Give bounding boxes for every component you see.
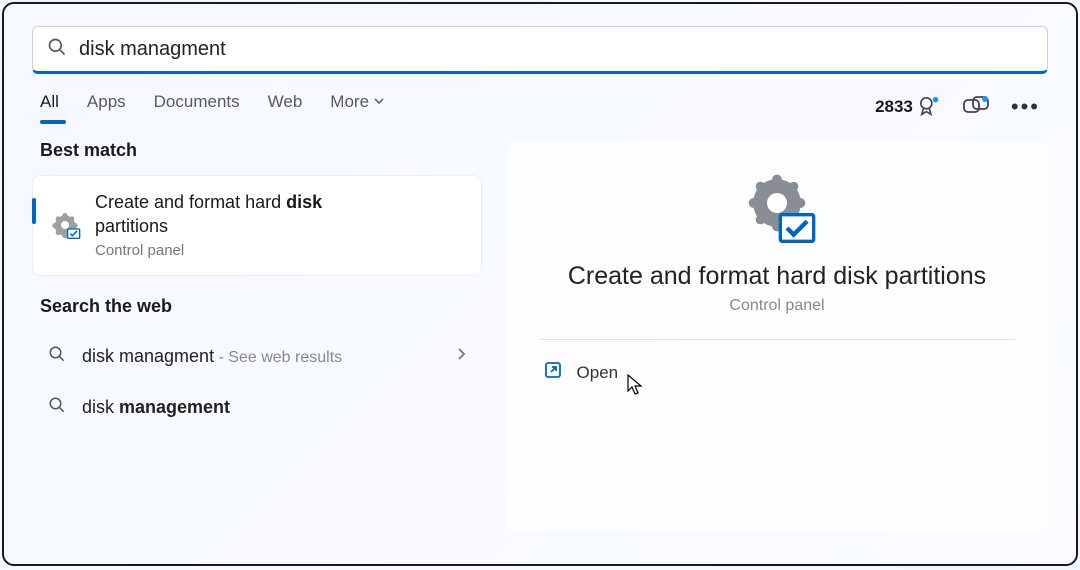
divider [539,339,1016,340]
tab-web[interactable]: Web [268,92,303,122]
web-result-item[interactable]: disk management [32,382,482,433]
filter-tabs: All Apps Documents Web More [40,92,385,122]
detail-subtitle: Control panel [729,297,824,315]
search-icon [47,37,67,62]
rewards-points[interactable]: 2833 [875,96,941,118]
results-left-column: Best match Create and format hard disk p… [32,140,482,532]
ellipsis-icon: ••• [1011,96,1040,118]
web-result-text: disk management [82,397,230,418]
best-match-title-prefix: Create and format hard [95,192,286,212]
web-result-item[interactable]: disk managment - See web results [32,331,482,382]
gear-check-icon [49,209,81,241]
tab-apps[interactable]: Apps [87,92,126,122]
best-match-title-bold: disk [286,192,322,212]
chevron-right-icon [456,347,466,366]
best-match-text: Create and format hard disk partitions C… [95,190,322,261]
open-label: Open [577,363,619,383]
rewards-badge-icon [919,96,941,118]
best-match-title: Create and format hard disk partitions [95,190,322,239]
tab-more-label: More [330,92,369,112]
header-actions: 2833 ••• [875,96,1040,118]
detail-title: Create and format hard disk partitions [548,262,1006,291]
search-icon [48,396,66,419]
chat-icon[interactable] [963,96,989,118]
overflow-menu[interactable]: ••• [1011,96,1040,118]
cursor-arrow-icon [627,374,645,401]
detail-pane: Create and format hard disk partitions C… [506,140,1048,532]
results-body: Best match Create and format hard disk p… [4,122,1076,532]
best-match-subtitle: Control panel [95,241,322,261]
chevron-down-icon [373,92,385,112]
tab-documents[interactable]: Documents [154,92,240,122]
web-results-list: disk managment - See web results [32,331,482,433]
open-action[interactable]: Open [539,352,1016,393]
gear-check-icon [737,168,817,248]
tab-all[interactable]: All [40,92,59,122]
search-window: All Apps Documents Web More 2833 [2,2,1078,566]
section-search-web: Search the web [40,296,474,317]
best-match-result[interactable]: Create and format hard disk partitions C… [32,175,482,276]
filter-tabs-row: All Apps Documents Web More 2833 [4,74,1076,122]
search-bar[interactable] [32,26,1048,74]
web-result-text: disk managment - See web results [82,346,342,367]
section-best-match: Best match [40,140,474,161]
rewards-points-value: 2833 [875,97,913,117]
open-external-icon [543,360,563,385]
search-icon [48,345,66,368]
search-input[interactable] [79,38,1033,61]
tab-more[interactable]: More [330,92,385,122]
best-match-title-line2: partitions [95,216,168,236]
